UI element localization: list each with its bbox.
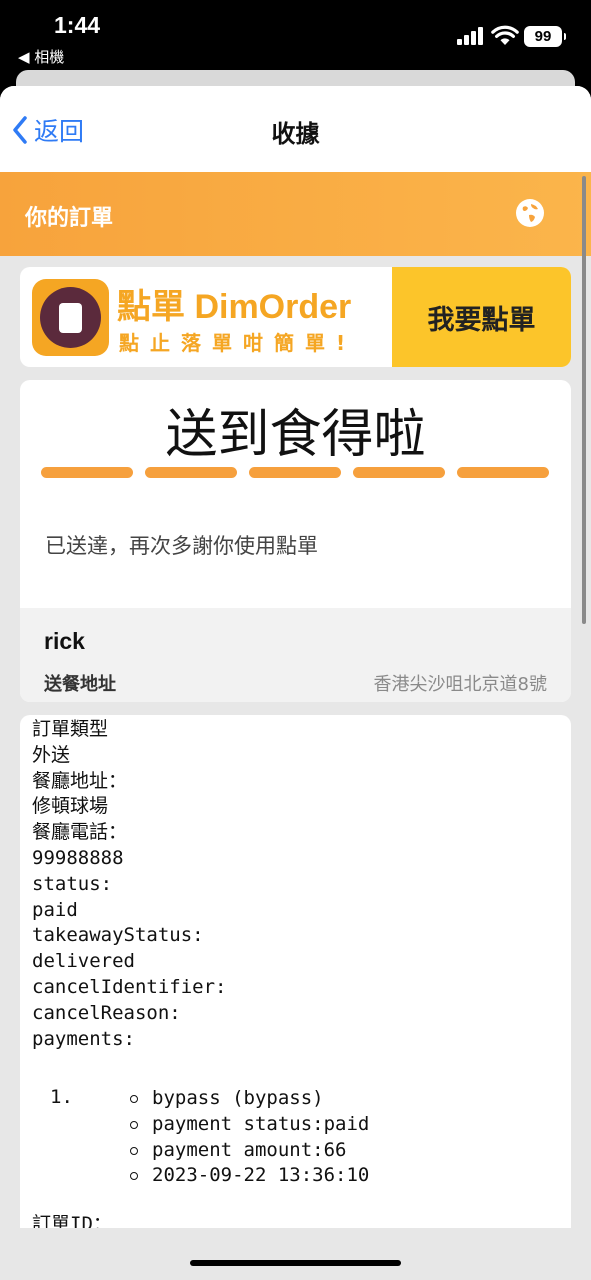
detail-line: 修頓球場 [32,795,109,818]
navigation-bar: 返回 收據 [0,86,591,172]
progress-step [41,467,133,478]
detail-line: delivered [32,950,135,973]
order-now-button[interactable]: 我要點單 [392,267,571,367]
bottom-toolbar [0,1228,591,1280]
progress-step [457,467,549,478]
globe-icon[interactable] [515,198,545,228]
brand-name: 點單 DimOrder [117,288,352,326]
detail-line: payments: [32,1027,135,1050]
wifi-icon [491,25,519,45]
order-details: 訂單類型 外送 餐廳地址： 修頓球場 餐廳電話： 99988888 status… [20,715,571,1275]
order-header: 你的訂單 [0,172,591,256]
detail-line: 餐廳地址： [32,769,128,792]
detail-line: 外送 [32,743,71,766]
detail-line: status: [32,872,113,895]
customer-info: rick 送餐地址 香港尖沙咀北京道8號 [20,608,571,702]
clock: 1:44 [54,12,101,38]
detail-line: cancelReason: [32,1001,181,1024]
progress-step [249,467,341,478]
cellular-signal-icon [457,27,485,45]
detail-line: 99988888 [32,846,124,869]
scrollbar[interactable] [582,176,586,624]
payment-item: payment amount:66 [130,1138,369,1164]
delivery-status-card: 送到食得啦 已送達，再次多謝你使用點單 rick 送餐地址 香港尖沙咀北京道8號 [20,380,571,702]
home-indicator[interactable] [190,1260,401,1266]
payment-item: payment status:paid [130,1112,369,1138]
status-bar: 1:44 ◀ 相機 99 [0,0,591,72]
progress-step [145,467,237,478]
battery-icon: 99 [524,26,566,47]
payment-items: bypass (bypass) payment status:paid paym… [130,1086,369,1189]
detail-line: paid [32,898,78,921]
delivery-progress-bar [41,467,549,478]
back-to-app-link[interactable]: ◀ 相機 [18,46,64,67]
payment-item: bypass (bypass) [130,1086,369,1112]
delivery-message: 已送達，再次多謝你使用點單 [45,534,318,558]
address-label: 送餐地址 [44,674,116,695]
payment-item: 2023-09-22 13:36:10 [130,1163,369,1189]
customer-name: rick [44,628,85,654]
dimorder-banner[interactable]: 點單 DimOrder 點止落單咁簡單! 我要點單 [20,267,571,367]
receipt-sheet: 返回 收據 你的訂單 點單 DimOrder 點止落單咁簡單! 我要點單 送到食… [0,86,591,1280]
order-header-title: 你的訂單 [25,206,114,231]
payment-index: 1. [50,1086,73,1108]
brand-slogan: 點止落單咁簡單! [119,331,357,355]
address-value: 香港尖沙咀北京道8號 [373,674,547,695]
detail-line: cancelIdentifier: [32,975,227,998]
detail-line: 餐廳電話： [32,821,128,844]
detail-line: 訂單類型 [32,718,109,740]
progress-step [353,467,445,478]
detail-lines: 訂單類型 外送 餐廳地址： 修頓球場 餐廳電話： 99988888 status… [32,717,226,1052]
delivery-status-title: 送到食得啦 [165,405,426,465]
dimorder-logo [32,279,109,356]
detail-line: takeawayStatus: [32,924,204,947]
page-title: 收據 [271,120,320,148]
